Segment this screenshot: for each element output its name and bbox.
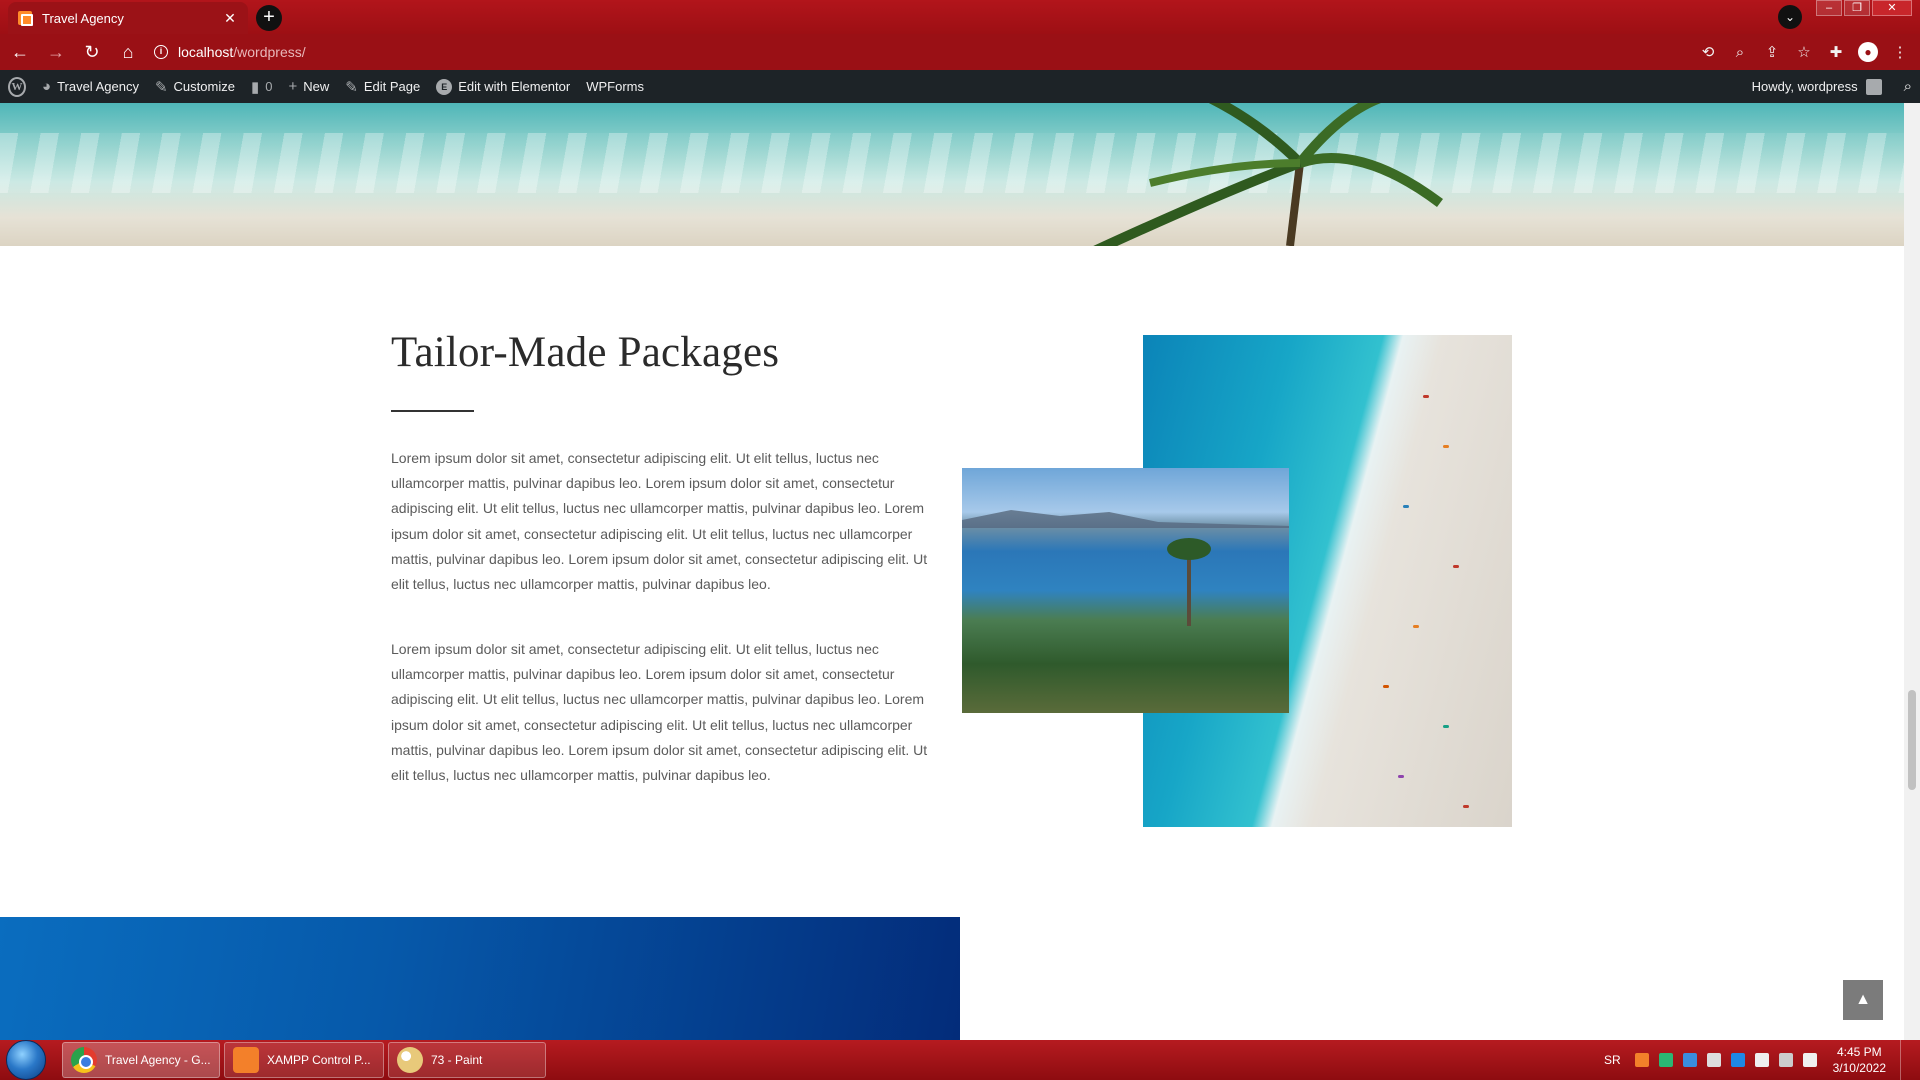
browser-tab-active[interactable]: Travel Agency ✕ <box>8 2 248 34</box>
home-icon: ⌂ <box>122 42 134 62</box>
admin-bar-site-name[interactable]: ◕ Travel Agency <box>34 70 147 103</box>
browser-tab-strip: Travel Agency ✕ + ⌄ – ❐ ✕ <box>0 0 1920 34</box>
forward-button[interactable]: → <box>40 36 72 68</box>
coast-mountains <box>962 510 1289 528</box>
plus-icon: + <box>288 78 298 95</box>
show-desktop-button[interactable] <box>1900 1040 1912 1080</box>
usb-tray-icon[interactable] <box>1706 1053 1721 1067</box>
maximize-button[interactable]: ❐ <box>1844 0 1870 16</box>
xampp-tray-icon[interactable] <box>1634 1053 1649 1067</box>
admin-bar-edit-page[interactable]: ✎ Edit Page <box>337 70 428 103</box>
dashboard-icon: ◕ <box>42 78 52 95</box>
section-paragraph-2: Lorem ipsum dolor sit amet, consectetur … <box>391 641 928 784</box>
window-controls: – ❐ ✕ <box>1816 0 1912 16</box>
minimize-button[interactable]: – <box>1816 0 1842 16</box>
paintbrush-icon: ✎ <box>154 78 168 96</box>
blue-feature-band <box>0 917 960 1040</box>
page-scrollbar[interactable] <box>1904 103 1920 1040</box>
wp-admin-bar: W ◕ Travel Agency ✎ Customize ▮ 0 + New … <box>0 70 1920 103</box>
zoom-icon[interactable]: ⌕ <box>1730 44 1750 61</box>
section-title: Tailor-Made Packages <box>391 329 780 376</box>
tab-close-icon[interactable]: ✕ <box>222 10 238 27</box>
taskbar-item-chrome[interactable]: Travel Agency - G... <box>62 1042 220 1078</box>
tab-search-button[interactable]: ⌄ <box>1778 5 1802 29</box>
beach-detail <box>1443 445 1449 448</box>
wp-logo-menu[interactable]: W <box>0 70 34 103</box>
bluetooth-icon[interactable] <box>1730 1053 1745 1067</box>
arrow-right-icon: → <box>47 42 65 62</box>
translate-icon[interactable]: ⟲ <box>1698 43 1718 61</box>
xampp-icon <box>233 1047 259 1073</box>
beach-detail <box>1423 395 1429 398</box>
clock-date: 3/10/2022 <box>1832 1061 1886 1075</box>
security-shield-icon[interactable] <box>1658 1053 1673 1067</box>
xampp-favicon-icon <box>18 11 33 26</box>
wordpress-logo-icon: W <box>8 76 26 97</box>
pencil-icon: ✎ <box>345 78 358 96</box>
beach-detail <box>1383 685 1389 688</box>
toolbar-actions: ⟲ ⌕ ⇪ ☆ ✚ ● ⋮ <box>1698 42 1920 62</box>
language-indicator[interactable]: SR <box>1604 1053 1621 1067</box>
chevron-up-icon: ▲ <box>1855 991 1871 1008</box>
share-icon[interactable]: ⇪ <box>1762 43 1782 61</box>
search-icon[interactable]: ⌕ <box>1904 78 1912 95</box>
admin-bar-customize[interactable]: ✎ Customize <box>147 70 243 103</box>
windows-taskbar: Travel Agency - G... XAMPP Control P... … <box>0 1040 1920 1080</box>
section-paragraph-1: Lorem ipsum dolor sit amet, consectetur … <box>391 450 928 593</box>
beach-detail <box>1398 775 1404 778</box>
address-bar[interactable]: i localhost/wordpress/ <box>154 38 1698 66</box>
coastal-town-photo <box>962 468 1289 713</box>
admin-bar-edit-elementor[interactable]: E Edit with Elementor <box>428 70 578 103</box>
url-host: localhost <box>178 44 234 60</box>
network-icon[interactable] <box>1778 1053 1793 1067</box>
action-center-flag-icon[interactable] <box>1754 1053 1769 1067</box>
admin-bar-wpforms[interactable]: WPForms <box>578 70 652 103</box>
scroll-to-top-button[interactable]: ▲ <box>1843 980 1883 1020</box>
site-info-icon[interactable]: i <box>154 45 168 59</box>
elementor-icon: E <box>436 78 453 95</box>
user-avatar-icon <box>1865 78 1882 95</box>
taskbar-item-xampp[interactable]: XAMPP Control P... <box>224 1042 384 1078</box>
taskbar-clock[interactable]: 4:45 PM 3/10/2022 <box>1833 1044 1886 1076</box>
url-path: /wordpress/ <box>233 44 306 60</box>
beach-detail <box>1403 505 1409 508</box>
admin-bar-comments[interactable]: ▮ 0 <box>243 70 281 103</box>
volume-icon[interactable] <box>1802 1053 1817 1067</box>
admin-bar-my-account[interactable]: Howdy, wordpress <box>1744 70 1890 103</box>
beach-detail <box>1463 805 1469 808</box>
arrow-left-icon: ← <box>11 42 29 62</box>
beach-detail <box>1413 625 1419 628</box>
comment-bubble-icon: ▮ <box>250 78 260 96</box>
new-tab-button[interactable]: + <box>256 5 282 31</box>
system-tray: SR 4:45 PM 3/10/2022 <box>1604 1040 1920 1080</box>
extensions-icon[interactable]: ✚ <box>1826 43 1846 61</box>
browser-toolbar: ← → ↻ ⌂ i localhost/wordpress/ ⟲ ⌕ ⇪ ☆ ✚… <box>0 34 1920 70</box>
home-button[interactable]: ⌂ <box>112 36 144 68</box>
chrome-icon <box>71 1047 97 1073</box>
tab-title: Travel Agency <box>42 10 124 26</box>
palm-tree-silhouette <box>1093 103 1443 246</box>
start-button[interactable] <box>6 1040 46 1080</box>
profile-avatar-icon[interactable]: ● <box>1858 42 1878 62</box>
comment-count: 0 <box>265 79 273 94</box>
beach-hero-image <box>0 103 1904 246</box>
scrollbar-thumb[interactable] <box>1908 690 1916 790</box>
title-divider <box>391 410 474 412</box>
bookmark-star-icon[interactable]: ☆ <box>1794 43 1814 61</box>
beach-detail <box>1443 725 1449 728</box>
reload-button[interactable]: ↻ <box>76 36 108 68</box>
network-tray-icon[interactable] <box>1682 1053 1697 1067</box>
close-window-button[interactable]: ✕ <box>1872 0 1912 16</box>
beach-detail <box>1453 565 1459 568</box>
clock-time: 4:45 PM <box>1836 1045 1882 1059</box>
taskbar-item-paint[interactable]: 73 - Paint <box>388 1042 546 1078</box>
back-button[interactable]: ← <box>4 36 36 68</box>
coast-palm-crown <box>1167 538 1211 560</box>
reload-icon: ↻ <box>84 42 100 62</box>
paint-icon <box>397 1047 423 1073</box>
browser-menu-icon[interactable]: ⋮ <box>1890 43 1910 61</box>
admin-bar-new[interactable]: + New <box>280 70 337 103</box>
